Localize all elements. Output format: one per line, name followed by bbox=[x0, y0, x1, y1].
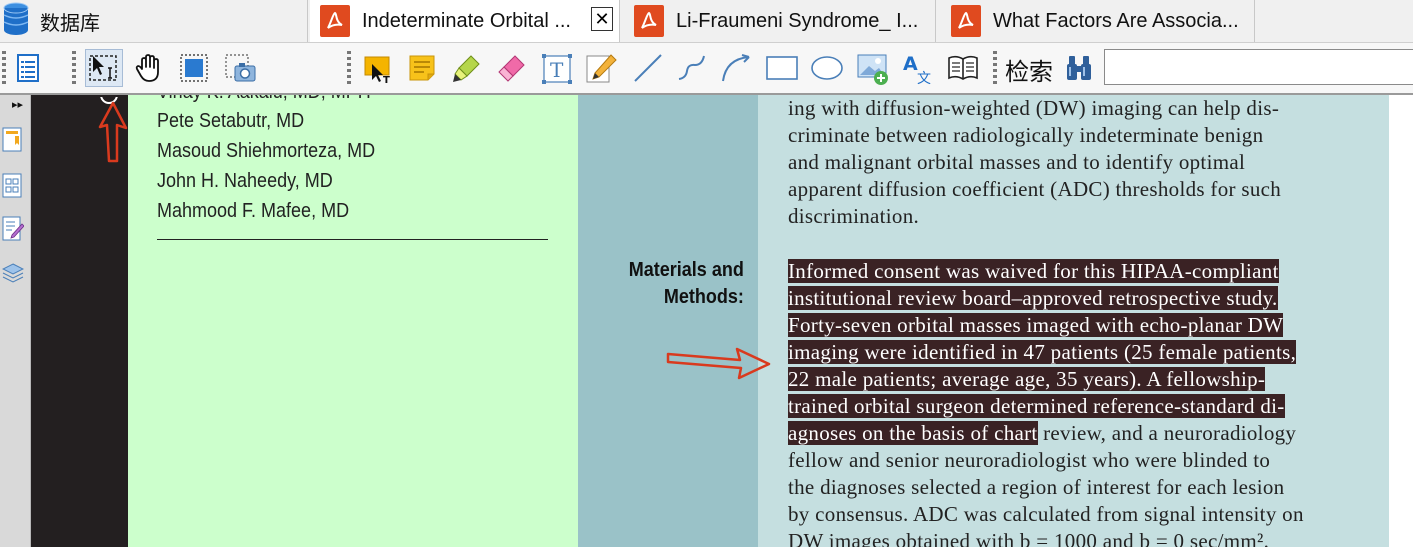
author-line: Pete Setabutr, MD bbox=[157, 110, 305, 132]
select-area-icon[interactable] bbox=[178, 52, 210, 84]
bookmarks-icon[interactable] bbox=[2, 127, 24, 152]
highlight[interactable]: Forty-seven orbital masses imaged with e… bbox=[788, 313, 1284, 337]
red-arrow-right-icon bbox=[666, 347, 771, 380]
search-label: 检索 bbox=[1005, 59, 1053, 86]
author-line: John H. Naheedy, MD bbox=[157, 170, 333, 192]
tab-li-fraumeni[interactable]: Li-Fraumeni Syndrome_ I... bbox=[624, 0, 936, 42]
toolbar-grip[interactable] bbox=[993, 51, 997, 87]
search-input[interactable] bbox=[1104, 49, 1413, 85]
svg-text:文: 文 bbox=[917, 71, 931, 86]
pdf-icon bbox=[634, 5, 664, 37]
highlighted-line[interactable]: Informed consent was waived for this HIP… bbox=[788, 259, 1358, 284]
close-tab-button[interactable]: ✕ bbox=[591, 7, 613, 31]
pdf-icon bbox=[951, 5, 981, 37]
section-heading: Materials and bbox=[628, 259, 744, 281]
read-aloud-icon[interactable] bbox=[946, 52, 980, 84]
author-line: Mahmood F. Mafee, MD bbox=[157, 200, 350, 222]
divider bbox=[157, 239, 548, 240]
author-line: Masoud Shiehmorteza, MD bbox=[157, 140, 376, 162]
body-text: review, and a neuroradiology bbox=[1037, 421, 1297, 445]
tab-label: Li-Fraumeni Syndrome_ I... bbox=[676, 9, 919, 32]
tab-label: Indeterminate Orbital ... bbox=[362, 9, 571, 32]
tab-label: What Factors Are Associa... bbox=[993, 9, 1239, 32]
body-line: the diagnoses selected a region of inter… bbox=[788, 475, 1285, 499]
text-box-icon[interactable]: T bbox=[540, 52, 572, 84]
tab-what-factors[interactable]: What Factors Are Associa... bbox=[941, 0, 1255, 42]
highlighted-line[interactable]: Forty-seven orbital masses imaged with e… bbox=[788, 313, 1358, 338]
pencil-icon[interactable] bbox=[585, 52, 617, 84]
navigation-panel: ▸▸ bbox=[0, 95, 31, 547]
toolbar-grip[interactable] bbox=[72, 51, 76, 87]
red-arrow-up-icon bbox=[98, 97, 128, 163]
image-icon[interactable] bbox=[856, 52, 888, 85]
author-line: Vinay K. Aakalu, MD, MPH bbox=[157, 95, 371, 104]
author-column: Vinay K. Aakalu, MD, MPH Pete Setabutr, … bbox=[128, 95, 578, 547]
annotations-icon[interactable] bbox=[2, 216, 25, 241]
svg-text:T: T bbox=[383, 75, 390, 84]
svg-text:T: T bbox=[550, 58, 564, 82]
highlight[interactable]: agnoses on the basis of chart bbox=[788, 421, 1038, 445]
body-line: DW images obtained with b = 1000 and b =… bbox=[788, 529, 1270, 547]
body-line: by consensus. ADC was calculated from si… bbox=[788, 502, 1304, 526]
body-line: discrimination. bbox=[788, 204, 920, 228]
highlight[interactable]: imaging were identified in 47 patients (… bbox=[788, 340, 1297, 364]
layers-icon[interactable] bbox=[1, 260, 25, 284]
translate-icon[interactable]: A文 bbox=[902, 52, 934, 87]
highlight[interactable]: institutional review board–approved retr… bbox=[788, 286, 1278, 310]
line-icon[interactable] bbox=[632, 52, 664, 84]
tab-label: 数据库 bbox=[40, 12, 100, 35]
toolbar-grip[interactable] bbox=[2, 51, 6, 87]
body-line: and malignant orbital masses and to iden… bbox=[788, 150, 1246, 174]
page-gap bbox=[1389, 95, 1413, 547]
svg-text:A: A bbox=[903, 53, 918, 75]
body-line: apparent diffusion coefficient (ADC) thr… bbox=[788, 177, 1282, 201]
tab-bar: 数据库 Indeterminate Orbital ... ✕ Li-Fraum… bbox=[0, 0, 1413, 43]
section-heading-column: Materials and Methods: bbox=[578, 95, 758, 547]
rectangle-icon[interactable] bbox=[765, 52, 798, 84]
highlighter-icon[interactable] bbox=[451, 52, 483, 84]
toolbar: T T A文 检索 bbox=[0, 43, 1413, 95]
highlighted-line[interactable]: imaging were identified in 47 patients (… bbox=[788, 340, 1358, 365]
tab-indeterminate-orbital[interactable]: Indeterminate Orbital ... ✕ bbox=[310, 0, 620, 42]
polyline-icon[interactable] bbox=[676, 52, 708, 84]
thumbnails-icon[interactable] bbox=[2, 173, 24, 198]
typewriter-icon[interactable]: T bbox=[362, 52, 394, 86]
highlighted-line[interactable]: 22 male patients; average age, 35 years)… bbox=[788, 367, 1358, 392]
body-line: agnoses on the basis of chart review, an… bbox=[788, 421, 1358, 446]
highlight[interactable]: Informed consent was waived for this HIP… bbox=[788, 259, 1279, 283]
page-view-icon[interactable] bbox=[12, 52, 44, 84]
highlight[interactable]: 22 male patients; average age, 35 years)… bbox=[788, 367, 1266, 391]
database-icon bbox=[2, 2, 30, 41]
body-line: fellow and senior neuroradiologist who w… bbox=[788, 448, 1271, 472]
highlighted-line[interactable]: institutional review board–approved retr… bbox=[788, 286, 1358, 311]
tab-database[interactable]: 数据库 bbox=[0, 0, 308, 42]
highlighted-line[interactable]: trained orbital surgeon determined refer… bbox=[788, 394, 1358, 419]
section-heading: Methods: bbox=[663, 286, 744, 308]
arc-icon[interactable] bbox=[720, 52, 752, 84]
binoculars-icon[interactable] bbox=[1063, 52, 1095, 84]
hand-tool-icon[interactable] bbox=[133, 52, 165, 84]
select-text-icon[interactable] bbox=[85, 49, 123, 87]
abstract-body: ing with diffusion-weighted (DW) imaging… bbox=[758, 95, 1389, 547]
expand-panel-icon[interactable]: ▸▸ bbox=[12, 98, 23, 111]
ellipse-icon[interactable] bbox=[810, 52, 843, 84]
body-line: criminate between radiologically indeter… bbox=[788, 123, 1264, 147]
pdf-icon bbox=[320, 5, 350, 37]
toolbar-grip[interactable] bbox=[347, 51, 351, 87]
highlight[interactable]: trained orbital surgeon determined refer… bbox=[788, 394, 1285, 418]
body-line: ing with diffusion-weighted (DW) imaging… bbox=[788, 96, 1280, 120]
snapshot-icon[interactable] bbox=[223, 52, 256, 84]
sticky-note-icon[interactable] bbox=[406, 52, 438, 84]
eraser-icon[interactable] bbox=[496, 52, 528, 84]
